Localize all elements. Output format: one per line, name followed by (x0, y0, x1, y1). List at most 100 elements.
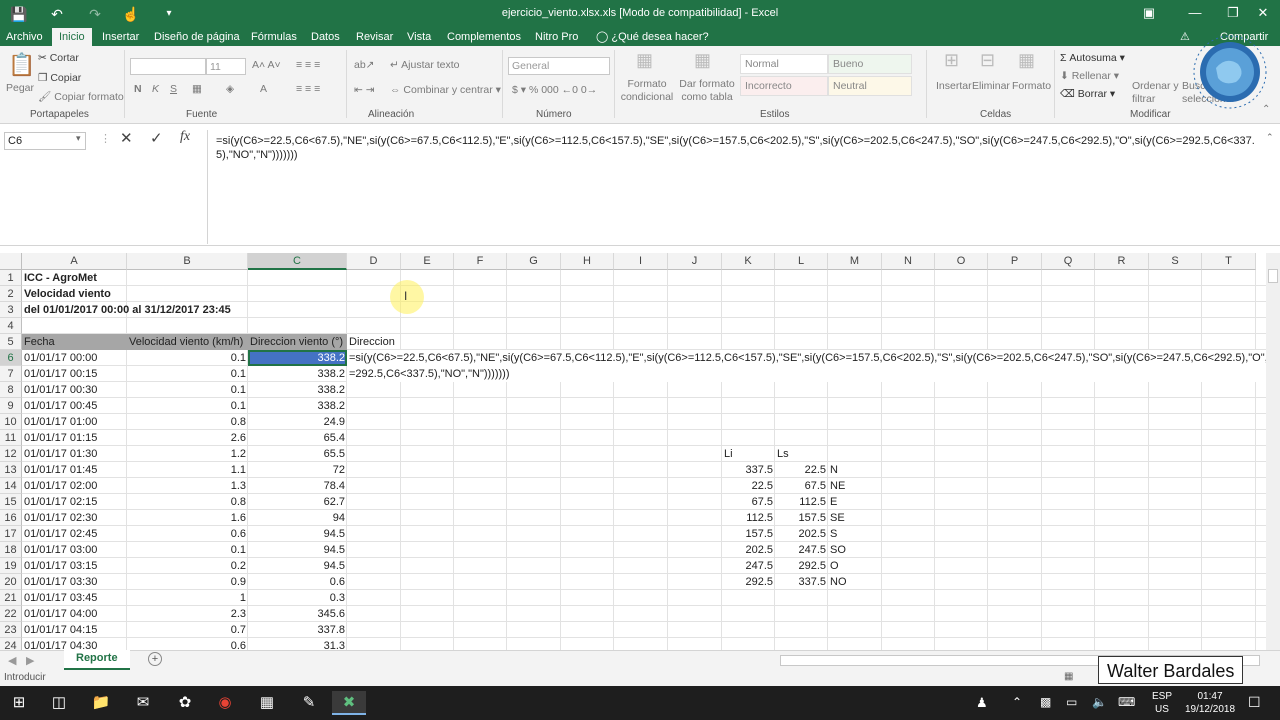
wrap-text-button[interactable]: ↵ Ajustar texto (390, 59, 460, 71)
row-header[interactable]: 3 (0, 302, 22, 318)
lookup-cell[interactable]: 337.5 (775, 574, 828, 590)
touch-mode-icon[interactable]: ☝ (120, 4, 142, 24)
row-header[interactable]: 21 (0, 590, 22, 606)
row-header[interactable]: 2 (0, 286, 22, 302)
data-cell[interactable]: 1 (127, 590, 248, 606)
format-cells-button[interactable]: Formato (1012, 80, 1051, 92)
fill-button[interactable]: ⬇ Rellenar ▾ (1060, 70, 1119, 82)
collapse-formula-icon[interactable]: ⌃ (1266, 132, 1274, 143)
lookup-cell[interactable]: SO (828, 542, 882, 558)
sheet-tab-reporte[interactable]: Reporte (64, 650, 130, 670)
lookup-cell[interactable]: E (828, 494, 882, 510)
tab-vista[interactable]: Vista (407, 28, 431, 46)
customize-qat-icon[interactable]: ▾ (158, 4, 180, 24)
language-indicator[interactable]: ESP US (1152, 690, 1172, 716)
calculator-icon[interactable]: ▦ (250, 691, 284, 715)
column-header[interactable]: R (1095, 253, 1149, 270)
app-icon[interactable]: ✿ (168, 691, 202, 715)
row-header[interactable]: 8 (0, 382, 22, 398)
column-header[interactable]: O (935, 253, 988, 270)
row-header[interactable]: 12 (0, 446, 22, 462)
row-header[interactable]: 24 (0, 638, 22, 650)
data-cell[interactable]: 0.8 (127, 414, 248, 430)
data-cell[interactable]: 0.7 (127, 622, 248, 638)
tab-revisar[interactable]: Revisar (356, 28, 393, 46)
tab-diseno-pagina[interactable]: Diseño de página (154, 28, 240, 46)
data-cell[interactable]: 01/01/17 04:15 (22, 622, 127, 638)
confirm-edit-icon[interactable]: ✓ (150, 129, 163, 147)
lookup-header-ls[interactable]: Ls (775, 446, 791, 462)
column-header[interactable]: K (722, 253, 775, 270)
lookup-header-li[interactable]: Li (722, 446, 735, 462)
tab-complementos[interactable]: Complementos (447, 28, 521, 46)
data-cell[interactable]: 01/01/17 03:15 (22, 558, 127, 574)
lookup-cell[interactable]: O (828, 558, 882, 574)
lookup-cell[interactable]: 112.5 (722, 510, 775, 526)
header-fecha[interactable]: Fecha (22, 334, 57, 350)
data-cell[interactable]: 0.6 (127, 526, 248, 542)
style-bueno[interactable]: Bueno (828, 54, 912, 74)
volume-icon[interactable]: 🔈 (1092, 695, 1107, 709)
column-header[interactable]: Q (1042, 253, 1095, 270)
number-format-select[interactable]: General (508, 57, 610, 75)
task-view-icon[interactable]: ◫ (42, 691, 76, 715)
data-cell[interactable]: 0.3 (248, 590, 347, 606)
data-cell[interactable]: 1.3 (127, 478, 248, 494)
lookup-cell[interactable]: 337.5 (722, 462, 775, 478)
lookup-cell[interactable]: NO (828, 574, 882, 590)
cut-button[interactable]: ✂ Cortar (38, 52, 79, 64)
row-header[interactable]: 20 (0, 574, 22, 590)
data-cell[interactable]: 94 (248, 510, 347, 526)
prev-sheet-icon[interactable]: ◀ (8, 654, 16, 667)
lookup-cell[interactable]: 292.5 (722, 574, 775, 590)
row-header[interactable]: 13 (0, 462, 22, 478)
formula-input[interactable]: =si(y(C6>=22.5,C6<67.5),"NE",si(y(C6>=67… (207, 130, 1278, 244)
data-cell[interactable]: 0.6 (127, 638, 248, 650)
row-header[interactable]: 5 (0, 334, 22, 350)
indent-icons[interactable]: ⇤ ⇥ (354, 84, 375, 96)
lookup-cell[interactable]: 202.5 (722, 542, 775, 558)
row-header[interactable]: 16 (0, 510, 22, 526)
data-cell[interactable]: 01/01/17 00:00 (22, 350, 127, 366)
tell-me-search[interactable]: ◯ ¿Qué desea hacer? (596, 28, 709, 46)
tab-nitro-pro[interactable]: Nitro Pro (535, 28, 578, 46)
chevron-up-icon[interactable]: ⌃ (1012, 695, 1022, 709)
data-cell[interactable]: 345.6 (248, 606, 347, 622)
column-header[interactable]: I (614, 253, 668, 270)
cancel-edit-icon[interactable]: ✕ (120, 129, 133, 147)
data-cell[interactable]: 0.1 (127, 398, 248, 414)
data-cell[interactable]: 62.7 (248, 494, 347, 510)
data-cell[interactable]: 0.1 (127, 350, 248, 366)
data-cell[interactable]: 65.4 (248, 430, 347, 446)
windows-start-icon[interactable]: ⊞ (2, 691, 36, 715)
bold-button[interactable]: N (134, 83, 142, 95)
cond-format-button[interactable]: Formato condicional (618, 78, 676, 104)
tab-archivo[interactable]: Archivo (6, 28, 43, 46)
data-cell[interactable]: 94.5 (248, 526, 347, 542)
file-explorer-icon[interactable]: 📁 (84, 691, 118, 715)
data-cell[interactable]: 01/01/17 01:30 (22, 446, 127, 462)
style-neutral[interactable]: Neutral (828, 76, 912, 96)
row-header[interactable]: 18 (0, 542, 22, 558)
keyboard-icon[interactable]: ⌨ (1118, 695, 1135, 709)
underline-button[interactable]: S (170, 83, 177, 95)
format-painter-button[interactable]: 🖌 Copiar formato (38, 90, 124, 103)
data-cell[interactable]: 337.8 (248, 622, 347, 638)
row-header[interactable]: 10 (0, 414, 22, 430)
header-velocidad[interactable]: Velocidad viento (km/h) (127, 334, 248, 350)
lookup-cell[interactable]: 157.5 (722, 526, 775, 542)
spreadsheet-grid[interactable]: ABCDEFGHIJKLMNOPQRST 1 2 3 4 5 6 7 8 9 10 11 12 13 14… (0, 253, 1266, 650)
add-sheet-icon[interactable]: + (148, 652, 162, 666)
lookup-cell[interactable]: 67.5 (775, 478, 828, 494)
autosum-button[interactable]: Σ Autosuma ▾ (1060, 52, 1125, 64)
select-all-corner[interactable] (0, 253, 22, 270)
data-cell[interactable]: 01/01/17 03:45 (22, 590, 127, 606)
data-cell[interactable]: 01/01/17 00:30 (22, 382, 127, 398)
tab-inicio[interactable]: Inicio (52, 28, 92, 46)
tab-formulas[interactable]: Fórmulas (251, 28, 297, 46)
data-cell[interactable]: 24.9 (248, 414, 347, 430)
fill-color-icon[interactable]: ◈ (226, 83, 234, 95)
data-cell[interactable]: 338.2 (248, 350, 347, 366)
lookup-cell[interactable]: 247.5 (775, 542, 828, 558)
row-header[interactable]: 9 (0, 398, 22, 414)
